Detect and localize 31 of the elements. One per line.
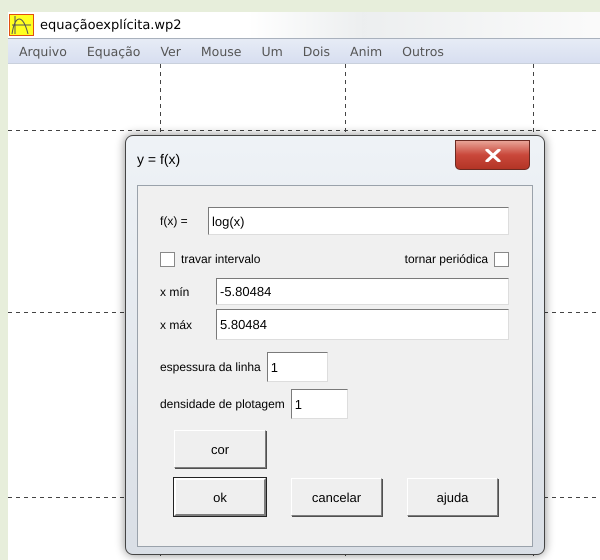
field-label: densidade de plotagem: [160, 397, 285, 411]
menu-item[interactable]: Um: [250, 44, 292, 58]
color-button[interactable]: cor: [174, 430, 266, 468]
dialog-button[interactable]: ok: [174, 478, 266, 516]
field-label: espessura da linha: [160, 360, 261, 374]
menu-item[interactable]: Equação: [76, 44, 150, 58]
field-label: x mín: [160, 284, 190, 298]
dialog-title: y = f(x): [137, 151, 180, 167]
close-button[interactable]: [455, 140, 530, 170]
checkbox[interactable]: [494, 252, 509, 266]
range-field[interactable]: 5.80484: [216, 309, 509, 340]
menu-item[interactable]: Ver: [149, 44, 190, 58]
setting-field[interactable]: 1: [266, 352, 328, 382]
menu-item[interactable]: Anim: [339, 44, 392, 58]
dialog-button[interactable]: ajuda: [407, 478, 498, 516]
window-title: equaçãoexplícita.wp2: [40, 18, 182, 32]
range-field[interactable]: -5.80484: [216, 278, 509, 305]
field-label: f(x) =: [160, 214, 189, 228]
app-icon: [9, 14, 34, 36]
close-icon: [484, 148, 500, 162]
checkbox[interactable]: [160, 252, 175, 266]
dialog-button[interactable]: cancelar: [291, 478, 382, 516]
checkbox-label: tornar periódica: [404, 252, 488, 266]
function-field[interactable]: log(x): [208, 207, 509, 235]
checkbox-label: travar intervalo: [181, 252, 260, 266]
menu-item[interactable]: Arquivo: [8, 44, 76, 58]
menu-item[interactable]: Outros: [391, 44, 453, 58]
field-label: x máx: [160, 318, 194, 332]
menu-item[interactable]: Mouse: [190, 44, 250, 58]
menu-item[interactable]: Dois: [292, 44, 340, 58]
setting-field[interactable]: 1: [290, 389, 348, 419]
